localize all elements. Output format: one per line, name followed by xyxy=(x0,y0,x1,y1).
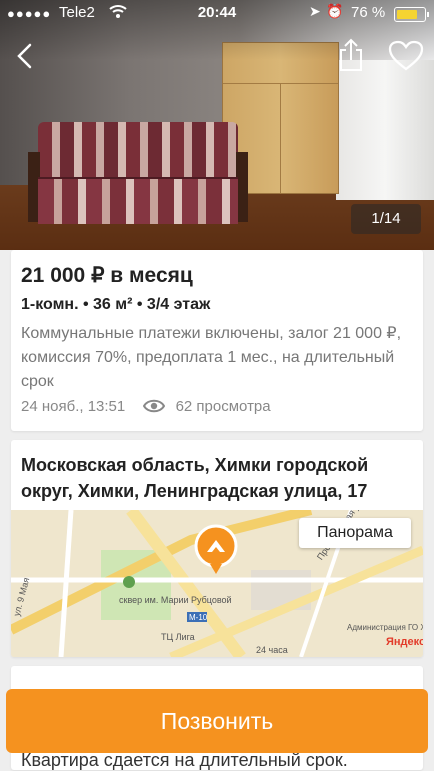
photo-window xyxy=(336,60,434,200)
apartment-specs: 1-комн. • 36 м² • 3/4 этаж xyxy=(21,296,211,313)
call-button[interactable]: Позвонить xyxy=(6,689,428,753)
map-label-road: М-10 xyxy=(189,613,208,622)
battery-percent: 76 % xyxy=(351,4,386,21)
photo-counter: 1/14 xyxy=(351,204,421,234)
share-icon xyxy=(340,38,362,71)
location-card: Московская область, Химки городской окру… xyxy=(11,440,423,657)
favorite-button[interactable] xyxy=(388,40,424,72)
map-label-hours: 24 часа xyxy=(256,645,288,655)
yandex-logo: Яндекс xyxy=(386,636,423,648)
status-bar: ●●●●● Tele2 20:44 ➤ ⏰ 76 % xyxy=(0,0,434,26)
address: Московская область, Химки городской окру… xyxy=(21,455,369,501)
published-date: 24 нояб., 13:51 xyxy=(21,398,126,415)
panorama-button[interactable]: Панорама xyxy=(299,518,411,548)
description-text: Квартира сдается на длительный срок. xyxy=(21,750,348,770)
price: 21 000 ₽ в месяц xyxy=(21,264,193,287)
share-button[interactable] xyxy=(338,38,364,72)
map-label-park: сквер им. Марии Рубцовой xyxy=(119,595,232,605)
map-label-admin: Администрация ГО Химки xyxy=(347,623,423,632)
alarm-icon: ⏰ xyxy=(326,3,344,19)
location-arrow-icon: ➤ xyxy=(309,3,321,19)
listing-meta: 24 нояб., 13:51 62 просмотра xyxy=(21,398,271,418)
battery-icon xyxy=(394,7,429,22)
photo-sofa xyxy=(28,122,248,224)
listing-summary-card: 21 000 ₽ в месяц 1-комн. • 36 м² • 3/4 э… xyxy=(11,250,423,431)
view-count: 62 просмотра xyxy=(175,398,271,415)
listing-terms: Коммунальные платежи включены, залог 21 … xyxy=(21,325,402,390)
map-label-mall: ТЦ Лига xyxy=(161,632,195,642)
back-button[interactable] xyxy=(12,40,42,72)
chevron-left-icon xyxy=(17,43,32,69)
map[interactable]: ул. 9 Мая сквер им. Марии Рубцовой М-10 … xyxy=(11,510,423,657)
heart-icon xyxy=(388,40,424,71)
eye-icon xyxy=(143,398,166,418)
